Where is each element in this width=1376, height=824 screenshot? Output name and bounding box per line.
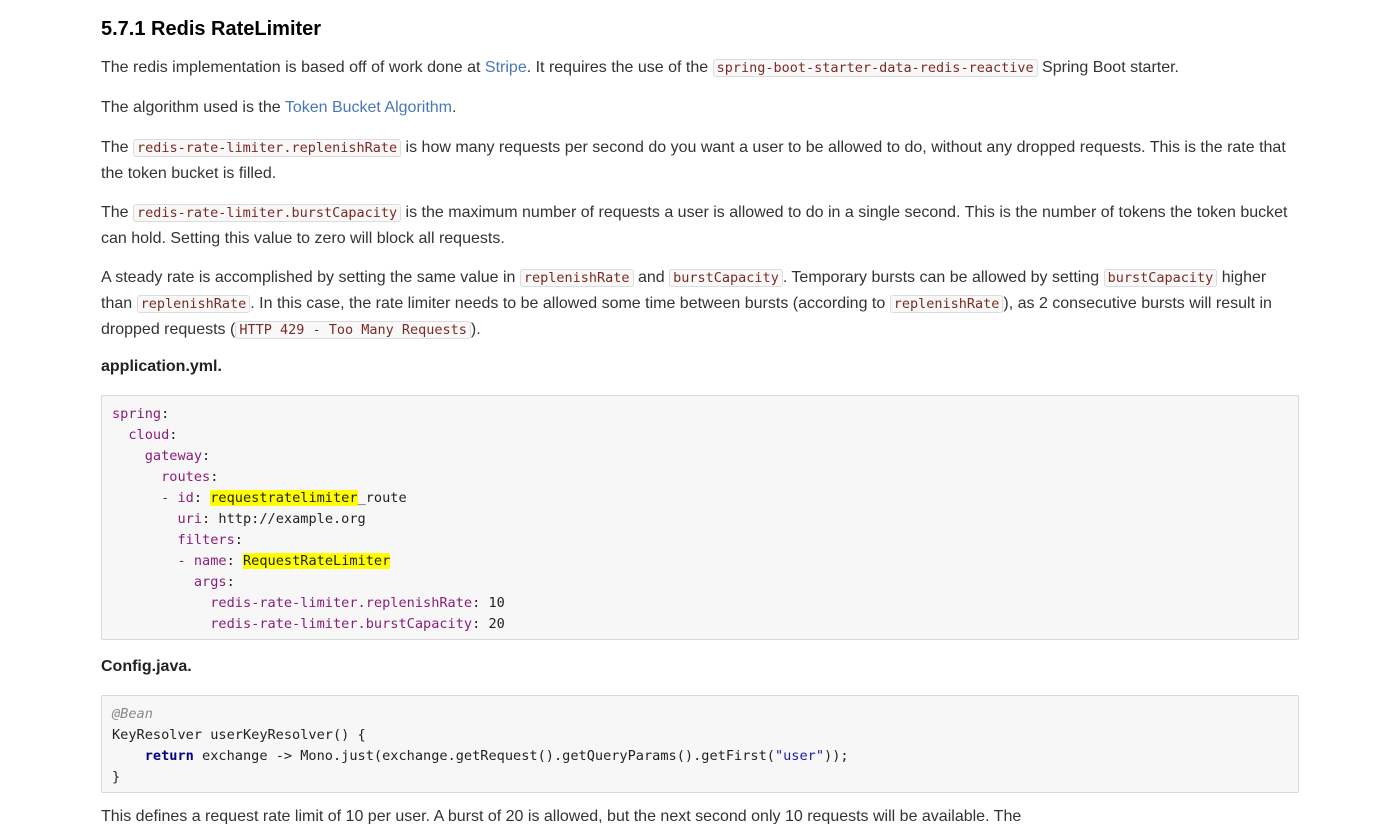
inline-code-http-429: HTTP 429 - Too Many Requests (235, 321, 471, 339)
inline-code-replenish-rate: redis-rate-limiter.replenishRate (133, 139, 402, 157)
token-bucket-link[interactable]: Token Bucket Algorithm (285, 99, 452, 116)
yaml-key: redis-rate-limiter.burstCapacity (210, 616, 473, 632)
yaml-value: 10 (488, 595, 505, 611)
text: This defines a request rate limit of 10 … (101, 808, 1022, 824)
yaml-key: routes (161, 469, 211, 485)
java-code-block: @Bean KeyResolver userKeyResolver() { re… (101, 695, 1299, 793)
paragraph-steady-rate: A steady rate is accomplished by setting… (101, 265, 1297, 343)
inline-code: replenishRate (519, 269, 634, 287)
inline-code: burstCapacity (669, 269, 783, 287)
highlighted-term: RequestRateLimiter (242, 553, 391, 569)
text: and (633, 269, 670, 286)
paragraph-replenish-rate: The redis-rate-limiter.replenishRate is … (101, 135, 1297, 186)
java-line: exchange -> Mono.just(exchange.getReques… (193, 748, 775, 764)
java-line: )); (824, 748, 849, 764)
yaml-key: id (177, 490, 194, 506)
yaml-key: name (193, 553, 227, 569)
yaml-key: spring (112, 406, 162, 422)
text: . Temporary bursts can be allowed by set… (782, 269, 1104, 286)
text: A steady rate is accomplished by setting… (101, 269, 520, 286)
java-block-title: Config.java. (101, 658, 192, 675)
paragraph-cutoff: This defines a request rate limit of 10 … (101, 804, 1301, 824)
text: Spring Boot starter. (1037, 59, 1179, 76)
yaml-key: cloud (128, 427, 170, 443)
text: The (101, 204, 134, 221)
text: The algorithm used is the (101, 99, 285, 116)
paragraph-implementation: The redis implementation is based off of… (101, 55, 1297, 81)
text: . In this case, the rate limiter needs t… (250, 295, 890, 312)
paragraph-burst-capacity: The redis-rate-limiter.burstCapacity is … (101, 200, 1297, 251)
section-heading: 5.7.1 Redis RateLimiter (101, 18, 322, 40)
inline-code: replenishRate (136, 295, 251, 313)
text: The redis implementation is based off of… (101, 59, 485, 76)
paragraph-algorithm: The algorithm used is the Token Bucket A… (101, 95, 1297, 120)
yaml-block-title: application.yml. (101, 358, 222, 375)
yaml-code: spring: cloud: gateway: routes: - id: re… (112, 406, 505, 632)
text: The (101, 139, 134, 156)
java-code: @Bean KeyResolver userKeyResolver() { re… (102, 696, 1298, 796)
java-keyword: return (144, 748, 194, 764)
stripe-link[interactable]: Stripe (485, 59, 527, 76)
yaml-key: gateway (144, 448, 203, 464)
yaml-value: _route (357, 490, 407, 506)
yaml-key: args (193, 574, 227, 590)
yaml-key: redis-rate-limiter.replenishRate (210, 595, 473, 611)
yaml-value: 20 (488, 616, 505, 632)
yaml-key: filters (177, 532, 235, 548)
highlighted-term: requestratelimiter (210, 490, 358, 506)
inline-code: burstCapacity (1103, 269, 1218, 287)
text: . It requires the use of the (526, 59, 713, 76)
java-string: "user" (774, 748, 825, 764)
yaml-value: http://example.org (218, 511, 366, 527)
inline-code-burst-capacity: redis-rate-limiter.burstCapacity (133, 204, 402, 222)
java-line: } (112, 769, 121, 785)
text: . (452, 99, 457, 116)
inline-code: replenishRate (889, 295, 1004, 313)
java-line: KeyResolver userKeyResolver() { (112, 727, 366, 743)
java-annotation: @Bean (112, 706, 153, 722)
yaml-code-block: spring: cloud: gateway: routes: - id: re… (101, 395, 1299, 640)
inline-code-starter: spring-boot-starter-data-redis-reactive (712, 59, 1038, 77)
yaml-key: uri (177, 511, 203, 527)
text: ). (470, 321, 481, 338)
